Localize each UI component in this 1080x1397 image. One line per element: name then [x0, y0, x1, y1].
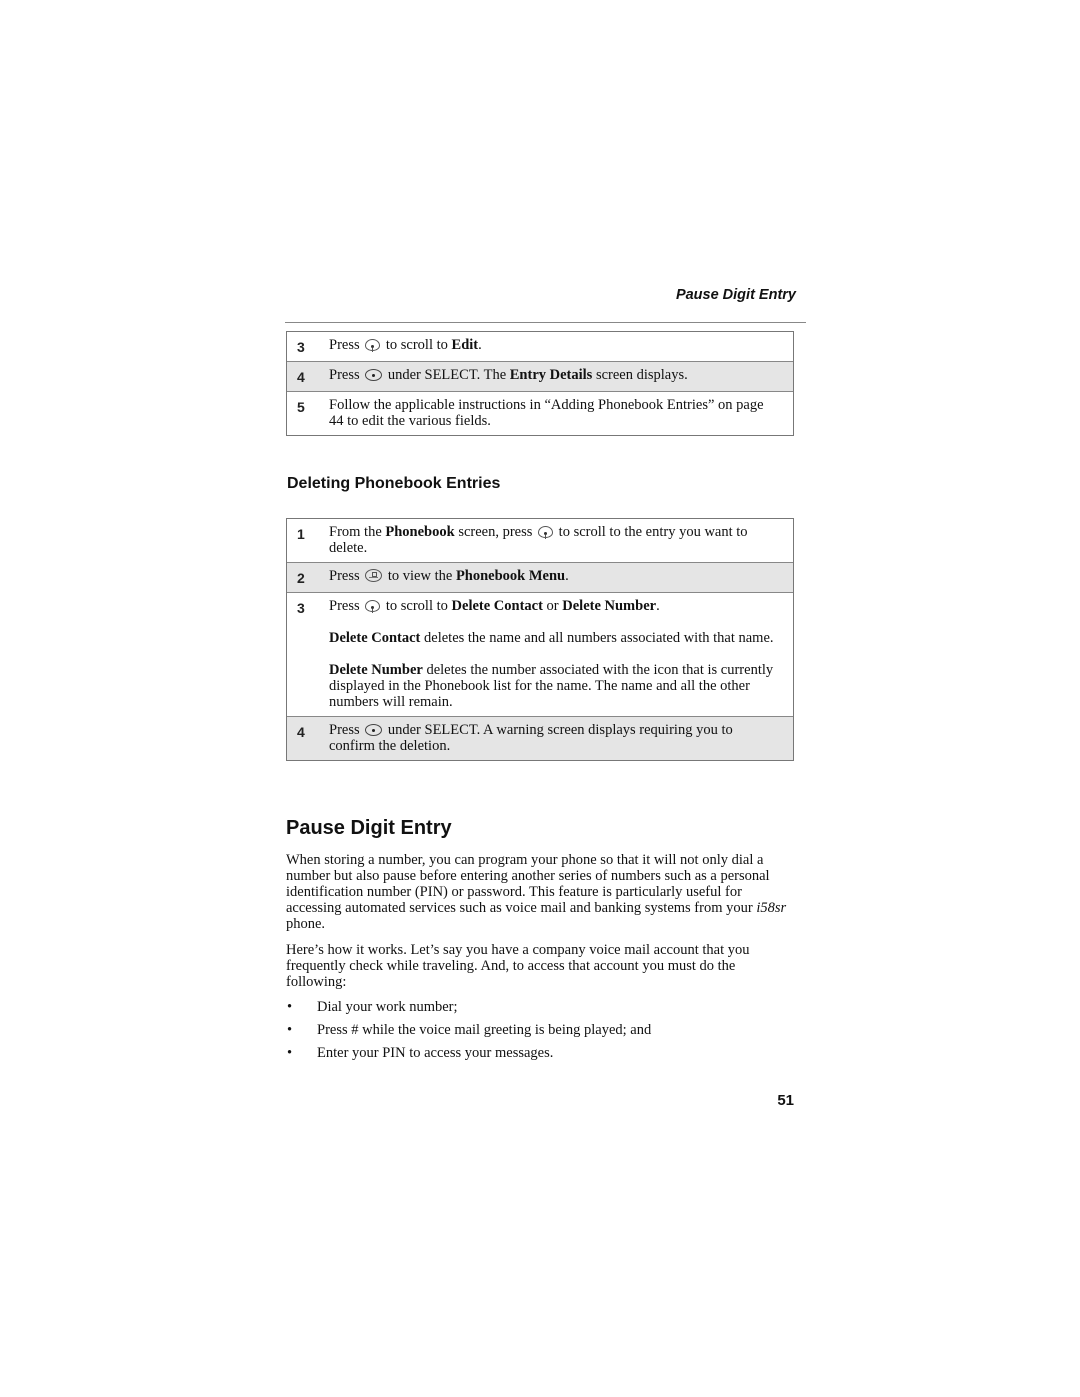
bullet-text: Dial your work number; [317, 999, 458, 1015]
step-number: 1 [297, 526, 305, 542]
select-key-icon [365, 724, 383, 736]
section-heading-pause-digit-entry: Pause Digit Entry [286, 817, 452, 839]
bold-term: Edit [451, 337, 479, 353]
step-number: 3 [297, 600, 305, 616]
step-paragraph: Delete Contact deletes the name and all … [329, 630, 774, 646]
step-text: Press under SELECT. The Entry Details sc… [329, 367, 793, 385]
step-paragraph: Press to view the Phonebook Menu. [329, 568, 569, 584]
scroll-key-icon [365, 339, 381, 352]
step-text: From the Phonebook screen, press to scro… [329, 524, 793, 556]
bold-term: Phonebook [385, 524, 455, 540]
section-heading-deleting: Deleting Phonebook Entries [287, 475, 501, 492]
step-text: Press to scroll to Delete Contact or Del… [329, 598, 793, 710]
pause-example-paragraph: Here’s how it works. Let’s say you have … [286, 942, 798, 990]
step-paragraph: Press under SELECT. A warning screen dis… [329, 722, 733, 754]
bullet-icon: • [287, 1022, 293, 1038]
bold-term: Delete Number [329, 662, 423, 678]
step-paragraph: Press to scroll to Delete Contact or Del… [329, 598, 660, 614]
step-number: 2 [297, 570, 305, 586]
model-name: i58sr [756, 900, 787, 916]
step-number: 4 [297, 724, 305, 740]
step-row: 1 From the Phonebook screen, press to scr… [287, 519, 793, 562]
header-rule [285, 322, 806, 323]
scroll-key-icon [538, 526, 554, 539]
step-paragraph: Press to scroll to Edit. [329, 337, 482, 353]
bullet-icon: • [287, 999, 293, 1015]
bullet-text: Enter your PIN to access your messages. [317, 1045, 554, 1061]
running-head: Pause Digit Entry [675, 287, 796, 303]
bold-term: Delete Number [562, 598, 657, 614]
step-text: Press to view the Phonebook Menu. [329, 568, 793, 586]
delete-steps-table: 1 From the Phonebook screen, press to scr… [286, 518, 794, 761]
step-text: Press under SELECT. A warning screen dis… [329, 722, 793, 754]
step-number: 3 [297, 339, 305, 355]
bullet-text: Press # while the voice mail greeting is… [317, 1022, 652, 1038]
step-number: 4 [297, 369, 305, 385]
step-paragraph: From the Phonebook screen, press to scro… [329, 524, 748, 556]
step-text: Press to scroll to Edit. [329, 337, 793, 355]
bullet-item: • Press # while the voice mail greeting i… [286, 1022, 796, 1038]
step-paragraph: Press under SELECT. The Entry Details sc… [329, 367, 688, 383]
bold-term: Entry Details [509, 367, 593, 383]
bullet-item: • Enter your PIN to access your messages. [286, 1045, 796, 1061]
bullet-item: • Dial your work number; [286, 999, 796, 1015]
menu-key-icon [365, 569, 383, 582]
step-paragraph: Follow the applicable instructions in “A… [329, 397, 764, 429]
select-key-icon [365, 369, 383, 381]
step-row: 4 Press under SELECT. The Entry Details s… [287, 361, 793, 391]
step-row: 5 Follow the applicable instructions in “… [287, 391, 793, 435]
step-row: 4 Press under SELECT. A warning screen di… [287, 716, 793, 760]
steps-bullet-list: • Dial your work number; • Press # while th… [286, 999, 796, 1068]
step-row: 3 Press to scroll to Edit. [287, 332, 793, 361]
page-number: 51 [777, 1092, 794, 1109]
step-row: 3 Press to scroll to Delete Contact or De… [287, 592, 793, 716]
scroll-key-icon [365, 600, 381, 613]
bold-term: Delete Contact [329, 630, 421, 646]
bold-term: Delete Contact [451, 598, 543, 614]
step-row: 2 Press to view the Phonebook Menu. [287, 562, 793, 592]
paragraph: When storing a number, you can program y… [286, 852, 787, 932]
step-text: Follow the applicable instructions in “A… [329, 397, 793, 429]
step-number: 5 [297, 399, 305, 415]
bold-term: Phonebook Menu [455, 568, 566, 584]
edit-steps-table: 3 Press to scroll to Edit. 4 Press under SE… [286, 331, 794, 436]
paragraph: Here’s how it works. Let’s say you have … [286, 942, 750, 990]
bullet-icon: • [287, 1045, 293, 1061]
step-paragraph: Delete Number deletes the number associa… [329, 662, 774, 710]
pause-intro-paragraph: When storing a number, you can program y… [286, 852, 798, 932]
